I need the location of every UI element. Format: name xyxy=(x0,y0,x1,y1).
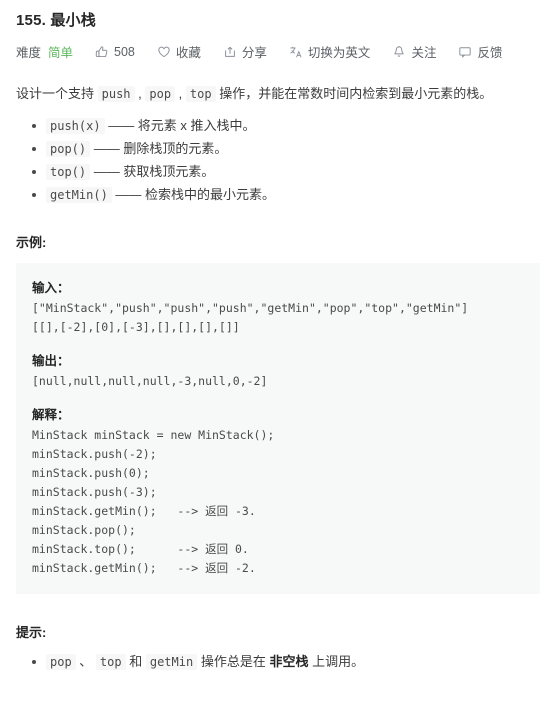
heart-icon xyxy=(157,45,171,59)
op-text: —— 删除栈顶的元素。 xyxy=(90,141,228,156)
explanation-line: minStack.top(); --> 返回 0. xyxy=(32,542,249,556)
explanation-line: minStack.push(0); xyxy=(32,466,150,480)
hint-code-getmin: getMin xyxy=(145,654,198,670)
hints-heading: 提示: xyxy=(16,625,47,640)
inline-code-push: push xyxy=(97,86,135,102)
explanation-label: 解释： xyxy=(32,408,70,422)
explanation-line: minStack.getMin(); --> 返回 -2. xyxy=(32,561,256,575)
bell-icon xyxy=(392,45,406,59)
op-text: —— 获取栈顶元素。 xyxy=(90,164,215,179)
op-code: pop() xyxy=(46,141,91,157)
favorite-label: 收藏 xyxy=(175,46,201,60)
like-button[interactable]: 508 xyxy=(95,45,135,59)
op-code: top() xyxy=(46,164,91,180)
hint-sep-2: 和 xyxy=(125,654,146,669)
input-label: 输入： xyxy=(32,281,70,295)
explanation-line: minStack.push(-2); xyxy=(32,447,157,461)
problem-description: 设计一个支持 push , pop , top 操作，并能在常数时间内检索到最小… xyxy=(16,83,548,105)
desc-sep-1: , xyxy=(134,86,146,101)
follow-label: 关注 xyxy=(411,46,437,60)
input-line: [[],[-2],[0],[-3],[],[],[],[]] xyxy=(32,320,240,334)
favorite-button[interactable]: 收藏 xyxy=(157,42,201,61)
feedback-button[interactable]: 反馈 xyxy=(458,42,502,61)
difficulty-group: 难度 简单 xyxy=(16,42,73,61)
input-line: ["MinStack","push","push","push","getMin… xyxy=(32,301,469,315)
explanation-line: minStack.pop(); xyxy=(32,523,136,537)
explanation-line: MinStack minStack = new MinStack(); xyxy=(32,428,275,442)
op-code: getMin() xyxy=(46,187,112,203)
example-code-block: 输入： ["MinStack","push","push","push","ge… xyxy=(16,263,540,594)
inline-code-top: top xyxy=(185,86,216,102)
feedback-icon xyxy=(458,45,472,59)
thumbs-up-icon xyxy=(95,45,109,59)
output-line: [null,null,null,null,-3,null,0,-2] xyxy=(32,374,268,388)
translate-icon xyxy=(289,45,303,59)
op-text: —— 将元素 x 推入栈中。 xyxy=(104,118,256,133)
operations-list: push(x) —— 将元素 x 推入栈中。 pop() —— 删除栈顶的元素。… xyxy=(8,115,548,206)
follow-button[interactable]: 关注 xyxy=(392,42,436,61)
output-label: 输出： xyxy=(32,354,70,368)
hint-mid: 操作总是在 xyxy=(197,654,270,669)
list-item: top() —— 获取栈顶元素。 xyxy=(32,161,548,183)
problem-page: 155. 最小栈 难度 简单 508 收藏 分享 切换为英文 关注 反馈 设计一… xyxy=(0,9,556,673)
hint-tail: 上调用。 xyxy=(308,654,365,669)
share-label: 分享 xyxy=(241,46,267,60)
explanation-line: minStack.push(-3); xyxy=(32,485,157,499)
feedback-label: 反馈 xyxy=(477,46,503,60)
difficulty-label: 难度 xyxy=(16,46,42,60)
problem-toolbar: 难度 简单 508 收藏 分享 切换为英文 关注 反馈 xyxy=(16,42,548,61)
list-item: pop 、 top 和 getMin 操作总是在 非空栈 上调用。 xyxy=(32,651,548,673)
inline-code-pop: pop xyxy=(145,86,176,102)
hint-code-pop: pop xyxy=(46,654,76,670)
share-icon xyxy=(223,45,237,59)
op-text: —— 检索栈中的最小元素。 xyxy=(111,187,276,202)
hint-code-top: top xyxy=(95,654,126,670)
op-code: push(x) xyxy=(46,118,105,134)
like-count: 508 xyxy=(114,44,135,59)
switch-language-label: 切换为英文 xyxy=(307,46,371,60)
list-item: push(x) —— 将元素 x 推入栈中。 xyxy=(32,115,548,137)
page-title: 155. 最小栈 xyxy=(16,12,96,29)
list-item: pop() —— 删除栈顶的元素。 xyxy=(32,138,548,160)
explanation-line: minStack.getMin(); --> 返回 -3. xyxy=(32,504,256,518)
example-heading: 示例: xyxy=(16,235,47,250)
desc-suffix: 操作，并能在常数时间内检索到最小元素的栈。 xyxy=(215,86,493,101)
hints-list: pop 、 top 和 getMin 操作总是在 非空栈 上调用。 xyxy=(8,651,548,673)
difficulty-badge: 简单 xyxy=(48,46,74,60)
desc-sep-2: , xyxy=(175,86,186,101)
list-item: getMin() —— 检索栈中的最小元素。 xyxy=(32,184,548,206)
share-button[interactable]: 分享 xyxy=(223,42,267,61)
hint-strong: 非空栈 xyxy=(269,654,309,669)
desc-prefix: 设计一个支持 xyxy=(16,86,98,101)
switch-language-button[interactable]: 切换为英文 xyxy=(289,42,371,61)
hint-sep-1: 、 xyxy=(75,654,96,669)
